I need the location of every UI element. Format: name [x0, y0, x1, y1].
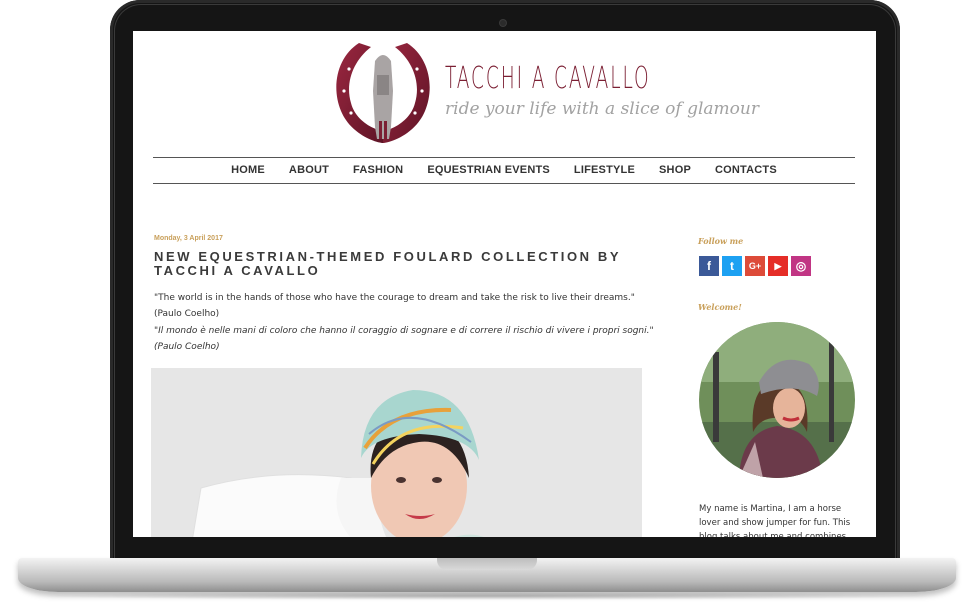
- youtube-icon[interactable]: ▶: [768, 256, 788, 276]
- martina-photo: [699, 322, 855, 478]
- brand-tagline: ride your life with a slice of glamour: [445, 99, 759, 119]
- nav-lifestyle[interactable]: LIFESTYLE: [574, 164, 635, 176]
- post-title[interactable]: NEW EQUESTRIAN-THEMED FOULARD COLLECTION…: [154, 250, 654, 278]
- woman-with-foulard-image: [151, 368, 642, 537]
- facebook-icon[interactable]: f: [699, 256, 719, 276]
- nav-about[interactable]: ABOUT: [289, 164, 329, 176]
- follow-heading: Follow me: [698, 236, 744, 246]
- post-photo: [151, 368, 642, 537]
- social-icons: f t G+ ▶ ◎: [699, 256, 811, 276]
- browser-screen: TACCHI A CAVALLO ride your life with a s…: [133, 31, 876, 537]
- nav-equestrian-events[interactable]: EQUESTRIAN EVENTS: [427, 164, 550, 176]
- nav-home[interactable]: HOME: [231, 164, 265, 176]
- twitter-icon[interactable]: t: [722, 256, 742, 276]
- nav-divider-bottom: [153, 183, 855, 184]
- instagram-icon[interactable]: ◎: [791, 256, 811, 276]
- avatar: [699, 322, 855, 478]
- quote-it-author: (Paulo Coelho): [154, 342, 220, 352]
- laptop-shadow: [30, 592, 944, 600]
- brand-title[interactable]: TACCHI A CAVALLO: [445, 61, 651, 96]
- quote-it: "Il mondo è nelle mani di coloro che han…: [154, 326, 654, 336]
- google-plus-icon[interactable]: G+: [745, 256, 765, 276]
- quote-en-author: (Paulo Coelho): [154, 309, 220, 319]
- nav-fashion[interactable]: FASHION: [353, 164, 403, 176]
- post-date: Monday, 3 April 2017: [154, 235, 223, 242]
- nav-contacts[interactable]: CONTACTS: [715, 164, 777, 176]
- main-nav: HOME ABOUT FASHION EQUESTRIAN EVENTS LIF…: [153, 157, 855, 183]
- quote-en: "The world is in the hands of those who …: [154, 293, 635, 303]
- about-text: My name is Martina, I am a horse lover a…: [699, 504, 851, 537]
- camera-icon: [500, 20, 506, 26]
- nav-shop[interactable]: SHOP: [659, 164, 691, 176]
- laptop-notch: [437, 558, 537, 570]
- welcome-heading: Welcome!: [698, 302, 742, 312]
